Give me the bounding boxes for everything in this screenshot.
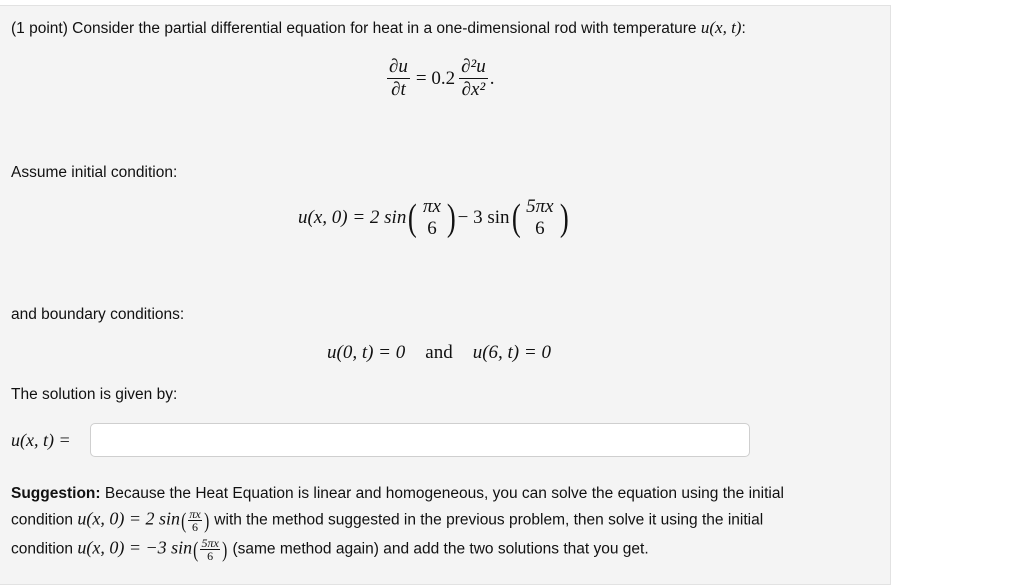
initial-fraction-2: 5πx 6: [524, 196, 555, 240]
pde-end: .: [489, 67, 495, 89]
pde-lhs-num: ∂u: [387, 56, 410, 79]
intro-end: :: [741, 20, 746, 37]
boundary-conditions-equation: u(0, t) = 0 and u(6, t) = 0: [327, 342, 551, 364]
pde-rhs-fraction: ∂²u ∂x²: [459, 56, 488, 101]
suggestion-text-3a: condition: [11, 540, 78, 558]
left-paren: (: [511, 197, 521, 239]
right-paren: ): [446, 197, 456, 239]
initial-f2-den: 6: [535, 218, 545, 239]
initial-fraction-1: πx 6: [421, 196, 443, 240]
intro-math: u(x, t): [700, 18, 742, 37]
left-paren: (: [193, 536, 199, 562]
initial-lhs: u(x, 0) = 2 sin: [298, 207, 407, 228]
initial-f1-num: πx: [423, 196, 441, 217]
pde-lhs-den: ∂t: [391, 79, 406, 100]
suggestion-math-3: u(x, 0) = −3 sin: [77, 537, 193, 558]
suggestion-text-3b: (same method again) and add the two solu…: [228, 540, 649, 558]
suggestion-line-3: condition u(x, 0) = −3 sin(5πx 6) (same m…: [11, 537, 649, 562]
suggestion-math-2: u(x, 0) = 2 sin: [77, 508, 180, 529]
suggestion-text-2b: with the method suggested in the previou…: [210, 511, 764, 529]
suggestion-text-1: Because the Heat Equation is linear and …: [100, 485, 784, 502]
right-paren: ): [559, 197, 569, 239]
pde-equation: ∂u ∂t = 0.2 ∂²u ∂x² .: [385, 56, 494, 101]
pde-rhs-num: ∂²u: [459, 56, 488, 79]
problem-intro: (1 point) Consider the partial different…: [11, 18, 746, 39]
answer-input[interactable]: [90, 423, 750, 457]
initial-condition-label: Assume initial condition:: [11, 164, 178, 181]
suggestion-frac3-den: 6: [207, 549, 214, 563]
initial-f1-den: 6: [427, 218, 437, 239]
suggestion-frac2-den: 6: [192, 520, 198, 534]
initial-f2-num: 5πx: [526, 196, 554, 217]
pde-lhs-fraction: ∂u ∂t: [387, 56, 410, 101]
pde-rhs-den: ∂x²: [461, 79, 486, 100]
boundary-and: and: [425, 342, 453, 363]
suggestion-line-2: condition u(x, 0) = 2 sin(πx 6) with the …: [11, 508, 763, 533]
right-paren: ): [221, 536, 228, 562]
intro-text: (1 point) Consider the partial different…: [11, 20, 701, 37]
suggestion-line-1: Suggestion: Because the Heat Equation is…: [11, 484, 784, 504]
suggestion-fraction-3: 5πx 6: [200, 537, 220, 563]
suggestion-fraction-2: πx 6: [188, 508, 202, 534]
suggestion-text-2a: condition: [11, 511, 78, 529]
boundary-conditions-label: and boundary conditions:: [11, 306, 185, 323]
initial-condition-equation: u(x, 0) = 2 sin ( πx 6 ) − 3 sin ( 5πx 6…: [298, 196, 570, 240]
boundary-right: u(6, t) = 0: [472, 342, 551, 363]
answer-label: u(x, t) =: [11, 430, 71, 450]
boundary-left: u(0, t) = 0: [327, 342, 406, 363]
pde-equals: = 0.2: [415, 67, 456, 89]
initial-mid: − 3 sin: [457, 207, 510, 228]
right-paren: ): [203, 507, 209, 533]
suggestion-bold: Suggestion:: [11, 485, 101, 502]
solution-label: The solution is given by:: [11, 386, 178, 403]
left-paren: (: [181, 507, 187, 533]
left-paren: (: [408, 197, 418, 239]
